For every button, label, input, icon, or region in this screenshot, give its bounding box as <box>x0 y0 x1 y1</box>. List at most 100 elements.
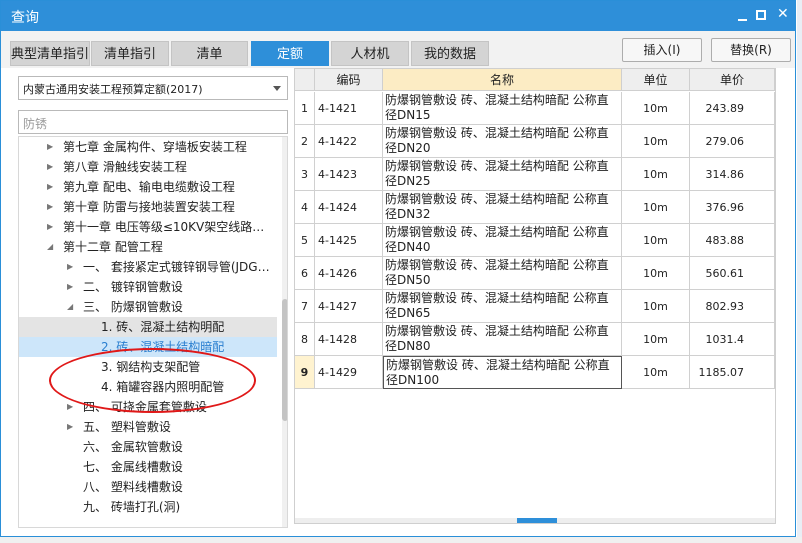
name-cell[interactable]: 防爆钢管敷设 砖、混凝土结构暗配 公称直径DN50 <box>383 257 622 290</box>
row-index[interactable]: 7 <box>295 290 315 323</box>
price-cell[interactable]: 243.89 <box>690 92 775 125</box>
tree-scrollbar[interactable] <box>282 137 287 527</box>
left-panel: 内蒙古通用安装工程预算定额(2017) 防锈 ▶ 第七章 金属构件、穿墙板安装工程… <box>13 68 292 528</box>
name-cell[interactable]: 防爆钢管敷设 砖、混凝土结构暗配 公称直径DN65 <box>383 290 622 323</box>
expand-arrow-icon[interactable]: ▶ <box>47 157 57 177</box>
code-cell[interactable]: 4-1422 <box>315 125 383 158</box>
unit-cell[interactable]: 10m <box>622 224 690 257</box>
tree-node[interactable]: ◢ 第十二章 配管工程 <box>19 237 277 257</box>
price-cell[interactable]: 376.96 <box>690 191 775 224</box>
unit-cell[interactable]: 10m <box>622 191 690 224</box>
price-cell[interactable]: 314.86 <box>690 158 775 191</box>
tree-node[interactable]: ▶ 第九章 配电、输电电缆敷设工程 <box>19 177 277 197</box>
tree-scrollbar-thumb[interactable] <box>282 299 287 421</box>
name-cell[interactable]: 防爆钢管敷设 砖、混凝土结构暗配 公称直径DN15 <box>383 92 622 125</box>
column-header-unit[interactable]: 单位 <box>622 69 690 91</box>
tab-bill-guide[interactable]: 清单指引 <box>91 41 169 66</box>
expand-arrow-icon[interactable]: ▶ <box>67 277 77 297</box>
unit-cell[interactable]: 10m <box>622 356 690 389</box>
quota-library-select[interactable]: 内蒙古通用安装工程预算定额(2017) <box>18 76 288 100</box>
row-index[interactable]: 2 <box>295 125 315 158</box>
price-cell[interactable]: 483.88 <box>690 224 775 257</box>
row-index[interactable]: 9 <box>295 356 315 389</box>
tree-node[interactable]: ▶ 五、 塑料管敷设 <box>19 417 277 437</box>
unit-cell[interactable]: 10m <box>622 158 690 191</box>
maximize-button[interactable] <box>756 10 766 20</box>
search-input[interactable]: 防锈 <box>18 110 288 134</box>
column-header-price[interactable]: 单价 <box>690 69 775 91</box>
tab-bill[interactable]: 清单 <box>171 41 248 66</box>
tree-node-label: 二、 镀锌钢管敷设 <box>83 280 183 294</box>
tree-node[interactable]: 1. 砖、混凝土结构明配 <box>19 317 277 337</box>
tree-node[interactable]: ▶ 第十章 防雷与接地装置安装工程 <box>19 197 277 217</box>
unit-cell[interactable]: 10m <box>622 290 690 323</box>
unit-cell[interactable]: 10m <box>622 92 690 125</box>
code-cell[interactable]: 4-1425 <box>315 224 383 257</box>
name-cell[interactable]: 防爆钢管敷设 砖、混凝土结构暗配 公称直径DN32 <box>383 191 622 224</box>
chapter-tree: ▶ 第七章 金属构件、穿墙板安装工程 ▶ 第八章 滑触线安装工程 ▶ 第九章 配电、输… <box>18 136 288 528</box>
insert-button[interactable]: 插入(I) <box>622 38 702 62</box>
tree-node[interactable]: 七、 金属线槽敷设 <box>19 457 277 477</box>
price-cell[interactable]: 1031.4 <box>690 323 775 356</box>
expand-arrow-icon[interactable]: ▶ <box>47 177 57 197</box>
expand-arrow-icon[interactable]: ▶ <box>47 197 57 217</box>
name-cell[interactable]: 防爆钢管敷设 砖、混凝土结构暗配 公称直径DN25 <box>383 158 622 191</box>
tree-node[interactable]: 八、 塑料线槽敷设 <box>19 477 277 497</box>
code-cell[interactable]: 4-1421 <box>315 92 383 125</box>
unit-cell[interactable]: 10m <box>622 257 690 290</box>
price-cell[interactable]: 802.93 <box>690 290 775 323</box>
collapse-arrow-icon[interactable]: ◢ <box>67 297 77 317</box>
replace-button[interactable]: 替换(R) <box>711 38 791 62</box>
expand-arrow-icon[interactable]: ▶ <box>67 417 77 437</box>
code-cell[interactable]: 4-1427 <box>315 290 383 323</box>
row-index[interactable]: 4 <box>295 191 315 224</box>
row-index[interactable]: 3 <box>295 158 315 191</box>
expand-arrow-icon[interactable]: ▶ <box>67 257 77 277</box>
code-cell[interactable]: 4-1426 <box>315 257 383 290</box>
tab-quota[interactable]: 定额 <box>251 41 329 66</box>
tree-node[interactable]: ▶ 一、 套接紧定式镀锌钢导管(JDG… <box>19 257 277 277</box>
price-cell[interactable]: 1185.07 <box>690 356 775 389</box>
code-cell[interactable]: 4-1423 <box>315 158 383 191</box>
code-cell[interactable]: 4-1428 <box>315 323 383 356</box>
collapse-arrow-icon[interactable]: ◢ <box>47 237 57 257</box>
name-cell[interactable]: 防爆钢管敷设 砖、混凝土结构暗配 公称直径DN40 <box>383 224 622 257</box>
expand-arrow-icon[interactable]: ▶ <box>47 137 57 157</box>
close-button[interactable]: ✕ <box>777 7 789 21</box>
tree-node-label: 一、 套接紧定式镀锌钢导管(JDG… <box>83 260 270 274</box>
name-cell[interactable]: 防爆钢管敷设 砖、混凝土结构暗配 公称直径DN20 <box>383 125 622 158</box>
row-index[interactable]: 5 <box>295 224 315 257</box>
code-cell[interactable]: 4-1424 <box>315 191 383 224</box>
price-cell[interactable]: 279.06 <box>690 125 775 158</box>
table-horizontal-scrollbar[interactable] <box>295 518 775 523</box>
tree-node-label: 第九章 配电、输电电缆敷设工程 <box>63 180 235 194</box>
expand-arrow-icon[interactable]: ▶ <box>47 217 57 237</box>
tree-node[interactable]: ▶ 第七章 金属构件、穿墙板安装工程 <box>19 137 277 157</box>
code-cell[interactable]: 4-1429 <box>315 356 383 389</box>
column-header-code[interactable]: 编码 <box>315 69 383 91</box>
tree-node[interactable]: ▶ 第八章 滑触线安装工程 <box>19 157 277 177</box>
tree-node-label: 1. 砖、混凝土结构明配 <box>101 320 225 334</box>
row-index[interactable]: 8 <box>295 323 315 356</box>
unit-cell[interactable]: 10m <box>622 323 690 356</box>
price-cell[interactable]: 560.61 <box>690 257 775 290</box>
quota-table: 编码 名称 单位 单价 1 4-1421 防爆钢管敷设 砖、混凝土结构暗配 公称直径… <box>294 68 776 524</box>
row-index[interactable]: 1 <box>295 92 315 125</box>
tab-typical-bill-guide[interactable]: 典型清单指引 <box>10 41 90 66</box>
name-cell[interactable]: 防爆钢管敷设 砖、混凝土结构暗配 公称直径DN80 <box>383 323 622 356</box>
row-index[interactable]: 6 <box>295 257 315 290</box>
table-scrollbar-thumb[interactable] <box>517 518 557 523</box>
tree-node-label: 第七章 金属构件、穿墙板安装工程 <box>63 140 247 154</box>
column-header-name[interactable]: 名称 <box>383 69 622 91</box>
tree-node[interactable]: 九、 砖墙打孔(洞) <box>19 497 277 517</box>
unit-cell[interactable]: 10m <box>622 125 690 158</box>
tree-node[interactable]: ◢ 三、 防爆钢管敷设 <box>19 297 277 317</box>
title-bar: 查询 ✕ <box>1 1 795 31</box>
tree-node[interactable]: ▶ 二、 镀锌钢管敷设 <box>19 277 277 297</box>
name-cell[interactable]: 防爆钢管敷设 砖、混凝土结构暗配 公称直径DN100 <box>383 356 622 389</box>
tree-node[interactable]: ▶ 第十一章 电压等级≤10KV架空线路… <box>19 217 277 237</box>
minimize-button[interactable] <box>737 9 749 21</box>
tab-my-data[interactable]: 我的数据 <box>411 41 489 66</box>
tab-labor-material-machine[interactable]: 人材机 <box>331 41 409 66</box>
tree-node[interactable]: 六、 金属软管敷设 <box>19 437 277 457</box>
